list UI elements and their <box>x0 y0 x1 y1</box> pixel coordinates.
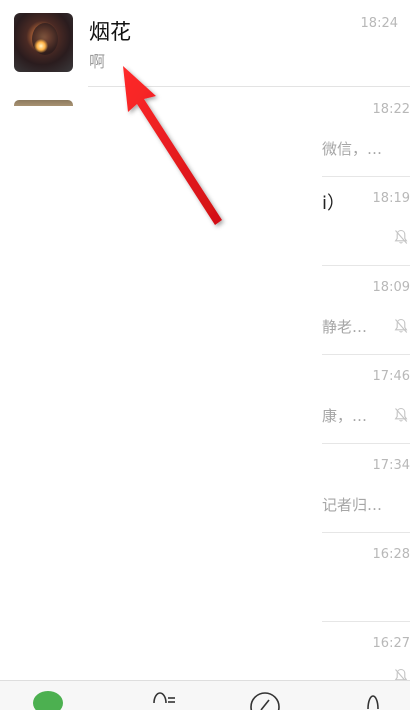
chat-name: i） <box>322 193 346 214</box>
chat-time: 17:34 <box>372 458 410 473</box>
tab-discover[interactable] <box>236 681 296 710</box>
chat-preview: 记者归… <box>322 496 383 514</box>
chat-name: 烟花 <box>89 20 131 44</box>
tab-contacts[interactable] <box>130 681 190 710</box>
background-chat-list: 18:22 微信，… i） 18:19 18:09 静老… 17:46 康，… … <box>322 88 410 683</box>
list-item[interactable]: 16:28 <box>322 533 410 622</box>
chat-time: 18:09 <box>372 280 410 295</box>
chat-preview: 静老… <box>322 318 368 336</box>
chat-time: 16:28 <box>372 547 410 562</box>
chat-time: 18:19 <box>372 191 410 206</box>
chat-time: 17:46 <box>372 369 410 384</box>
list-item[interactable]: i） 18:19 <box>322 177 410 266</box>
discover-icon <box>250 692 280 710</box>
chat-row-front[interactable]: 烟花 啊 18:24 <box>0 0 410 87</box>
avatar <box>14 100 73 106</box>
list-item[interactable]: 17:34 记者归… <box>322 444 410 533</box>
me-icon <box>367 695 379 710</box>
chat-time: 16:27 <box>372 636 410 651</box>
list-item[interactable]: 18:09 静老… <box>322 266 410 355</box>
chat-time: 18:24 <box>360 16 398 31</box>
tab-bar <box>0 680 410 710</box>
mute-bell-icon <box>394 318 408 333</box>
list-item[interactable]: 18:22 微信，… <box>322 88 410 177</box>
chat-preview: 啊 <box>89 52 106 71</box>
avatar[interactable] <box>14 13 73 72</box>
chats-icon <box>33 691 63 710</box>
chat-time: 18:22 <box>372 102 410 117</box>
mute-bell-icon <box>394 229 408 244</box>
contacts-icon <box>153 692 175 704</box>
mute-bell-icon <box>394 407 408 422</box>
sparkler-icon <box>34 39 48 53</box>
chat-preview: 康，… <box>322 407 368 425</box>
chat-preview: 微信，… <box>322 140 383 158</box>
tab-chats[interactable] <box>20 681 80 710</box>
divider <box>88 86 410 87</box>
list-item[interactable]: 17:46 康，… <box>322 355 410 444</box>
tab-me[interactable] <box>344 681 404 710</box>
